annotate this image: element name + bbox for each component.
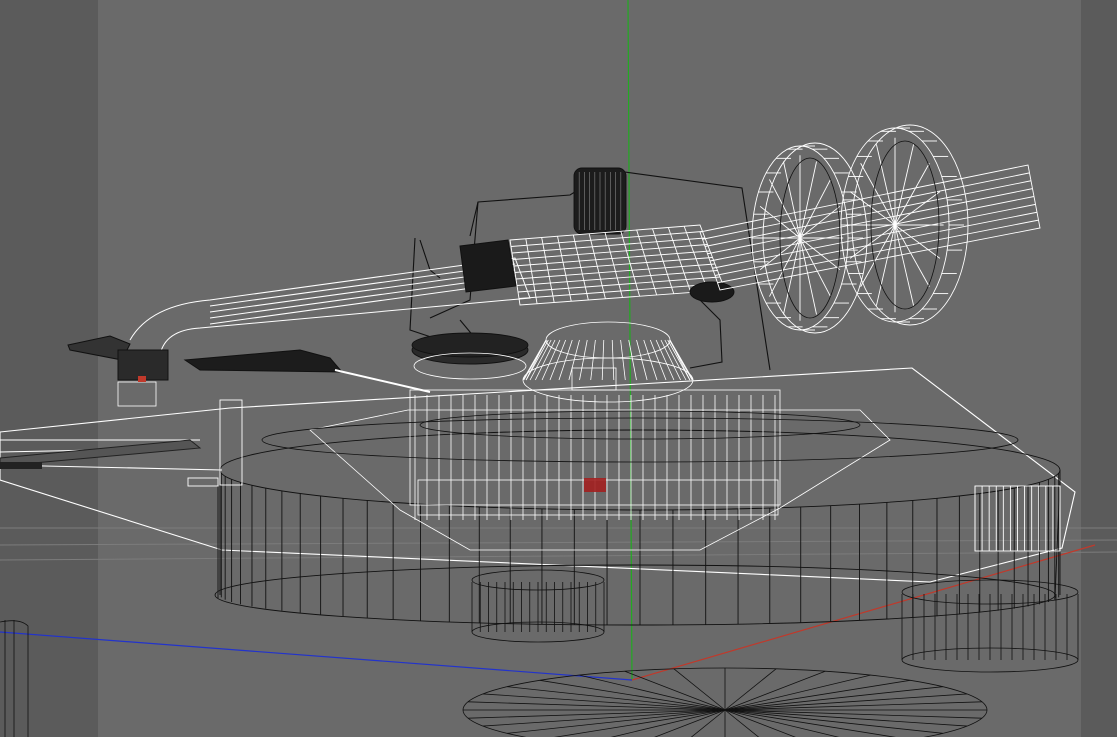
arm-lift-lever[interactable]	[183, 349, 431, 393]
platter-ring	[261, 410, 1019, 463]
foot-ray	[554, 709, 726, 737]
pivot-ring	[411, 332, 529, 365]
front-foot	[471, 569, 605, 643]
cw-spoke	[769, 179, 801, 239]
counterweight-inner	[779, 140, 940, 319]
headshell[interactable]	[67, 335, 169, 381]
barrel-ring	[667, 227, 692, 293]
z-axis	[0, 631, 633, 681]
hub-cone-wire	[620, 339, 626, 381]
red-marker	[584, 478, 606, 492]
counterweight-shaft[interactable]	[699, 164, 1041, 291]
hub-cone-wire	[611, 339, 615, 381]
cw-spoke	[799, 179, 831, 239]
shaft-wire	[702, 172, 1030, 240]
y-axis	[627, 0, 633, 681]
hub-cone-wire	[669, 339, 693, 381]
arm-rest-post	[187, 399, 243, 487]
foot-disc	[462, 667, 988, 737]
hub-cone-wire	[590, 339, 596, 381]
foot-ray	[724, 709, 896, 737]
label-strip	[0, 462, 42, 469]
vta-knob[interactable]	[573, 167, 627, 235]
hub-cone-wire	[601, 339, 605, 381]
3d-viewport[interactable]	[0, 0, 1117, 737]
shaft-wire	[717, 219, 1039, 284]
wireframe-scene[interactable]	[0, 0, 1117, 737]
counterweight-rear[interactable]	[840, 124, 969, 326]
hub-cone-wire	[669, 339, 694, 381]
foot-ray	[724, 679, 911, 711]
cw-spoke	[799, 237, 831, 297]
hub-cone-wire	[579, 339, 588, 381]
barrel-end-cap	[689, 281, 735, 303]
right-pillar	[974, 485, 1061, 552]
barrel-collar	[459, 239, 517, 293]
barrel-ring	[604, 232, 623, 298]
barrel-ring	[652, 228, 675, 294]
barrel-ring	[636, 229, 658, 296]
foot-ray	[539, 679, 726, 711]
hub-cone-wire	[529, 339, 552, 381]
left-edge-foot	[0, 620, 29, 737]
center-hub[interactable]	[309, 321, 891, 551]
hub-cone-wire	[664, 339, 687, 381]
